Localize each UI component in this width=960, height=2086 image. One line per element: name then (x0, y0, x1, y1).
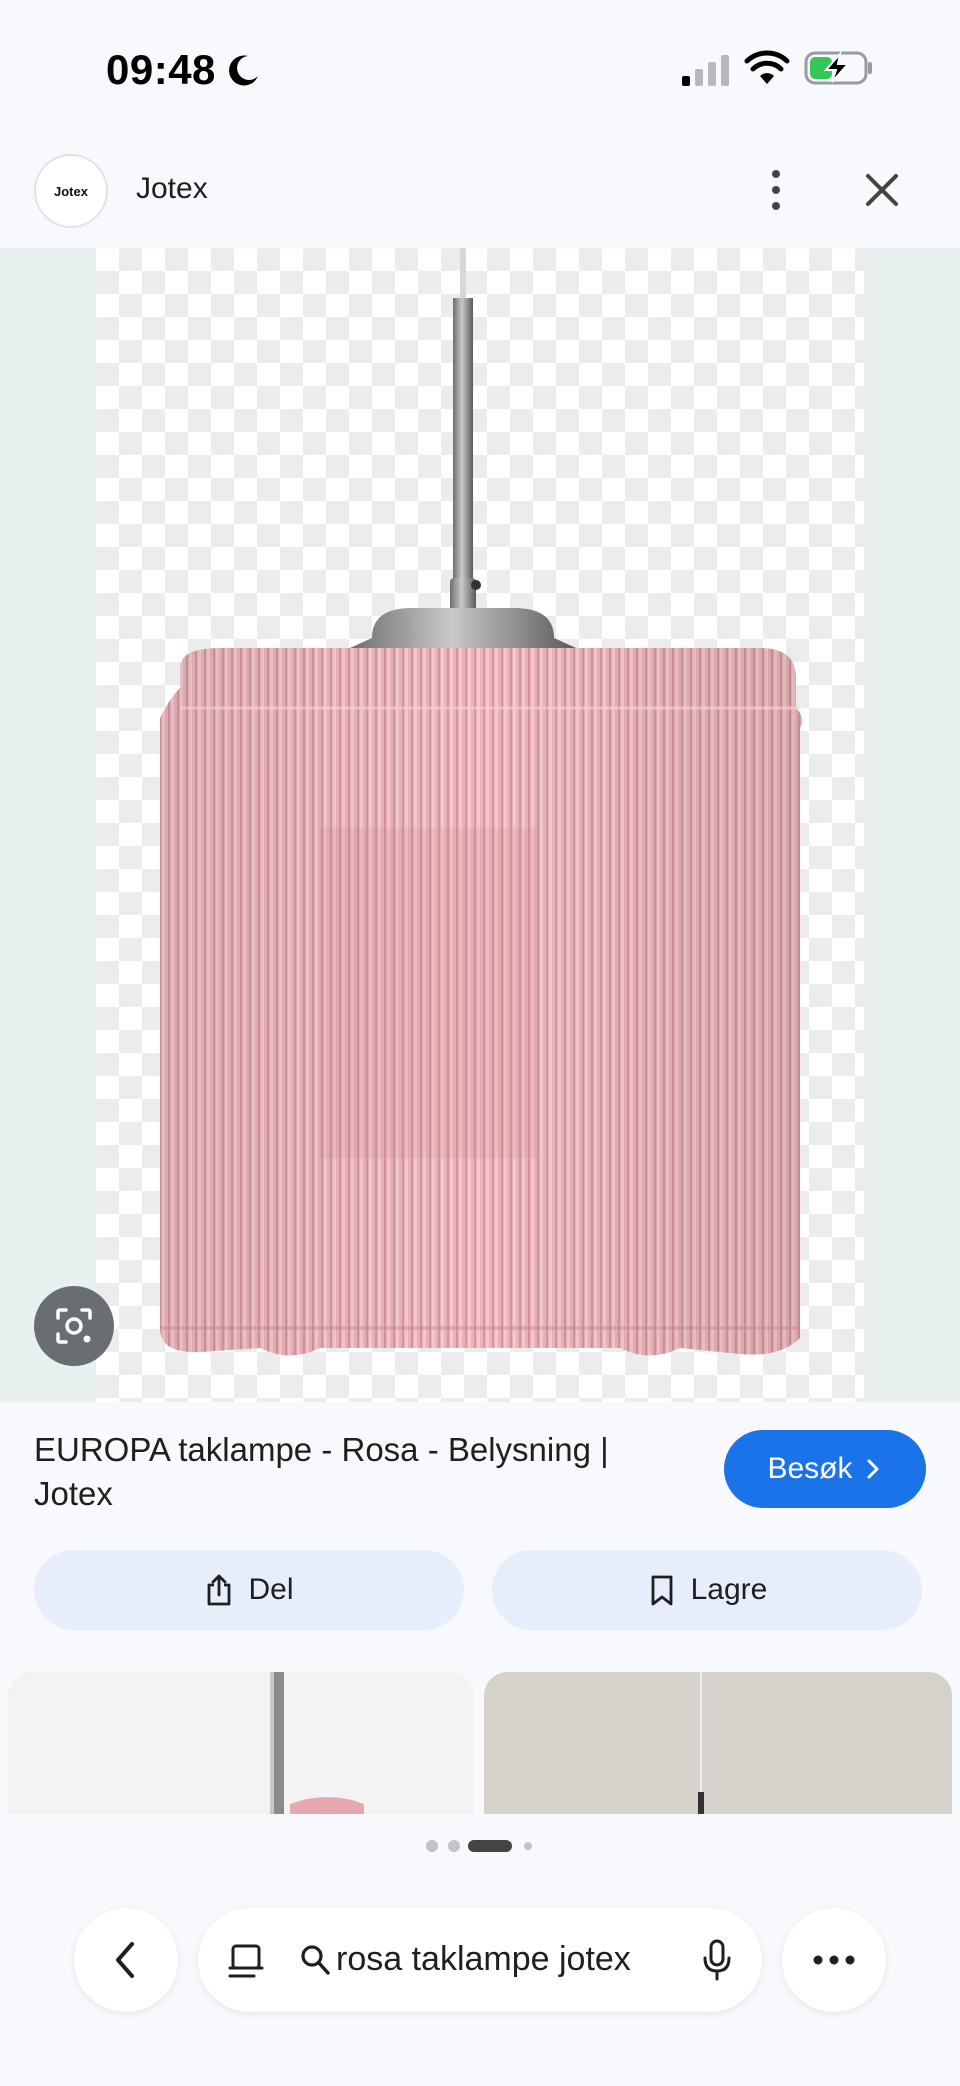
more-menu-button[interactable] (782, 1908, 886, 2012)
share-button[interactable]: Del (34, 1550, 464, 1630)
save-button[interactable]: Lagre (492, 1550, 922, 1630)
search-icon (301, 1945, 330, 1975)
site-name[interactable]: Jotex (136, 172, 208, 206)
bottom-bar: rosa taklampe jotex (0, 1814, 960, 2086)
chevron-right-icon (867, 1459, 879, 1479)
signal-icon (682, 55, 729, 86)
more-vert-icon[interactable] (760, 164, 792, 216)
lens-icon (56, 1308, 92, 1344)
related-image-2[interactable] (484, 1672, 952, 1814)
status-time: 09:48 (106, 46, 216, 93)
back-button[interactable] (74, 1908, 178, 2012)
search-bar[interactable]: rosa taklampe jotex (198, 1908, 762, 2012)
image-preview[interactable] (0, 248, 960, 1402)
share-label: Del (248, 1573, 294, 1606)
share-icon (208, 1574, 231, 1606)
more-horiz-icon (813, 1955, 855, 1965)
lens-button[interactable] (34, 1286, 114, 1366)
page-indicator (426, 1840, 532, 1852)
site-logo[interactable]: Jotex (34, 154, 108, 228)
mic-icon[interactable] (702, 1938, 732, 1982)
visit-label: Besøk (767, 1452, 853, 1485)
status-bar: 09:48 (0, 0, 960, 140)
chevron-left-icon (116, 1942, 134, 1978)
related-image-1[interactable] (8, 1672, 474, 1814)
result-title[interactable]: EUROPA taklampe - Rosa - Belysning | Jot… (34, 1428, 674, 1516)
moon-icon (229, 55, 258, 86)
lamp-image (160, 248, 803, 1356)
close-icon[interactable] (856, 164, 908, 216)
wifi-icon (744, 50, 790, 84)
lamp-thumbnail (270, 1672, 364, 1814)
visit-button[interactable]: Besøk (724, 1430, 926, 1508)
bookmark-icon (651, 1575, 673, 1606)
result-info: EUROPA taklampe - Rosa - Belysning | Jot… (0, 1402, 960, 1672)
room-thumbnail (484, 1672, 952, 1814)
battery-charging-icon (804, 50, 872, 85)
viewer-header: Jotex Jotex (0, 140, 960, 250)
tabs-icon[interactable] (228, 1942, 264, 1980)
search-query[interactable]: rosa taklampe jotex (336, 1940, 631, 1979)
save-label: Lagre (690, 1573, 768, 1606)
